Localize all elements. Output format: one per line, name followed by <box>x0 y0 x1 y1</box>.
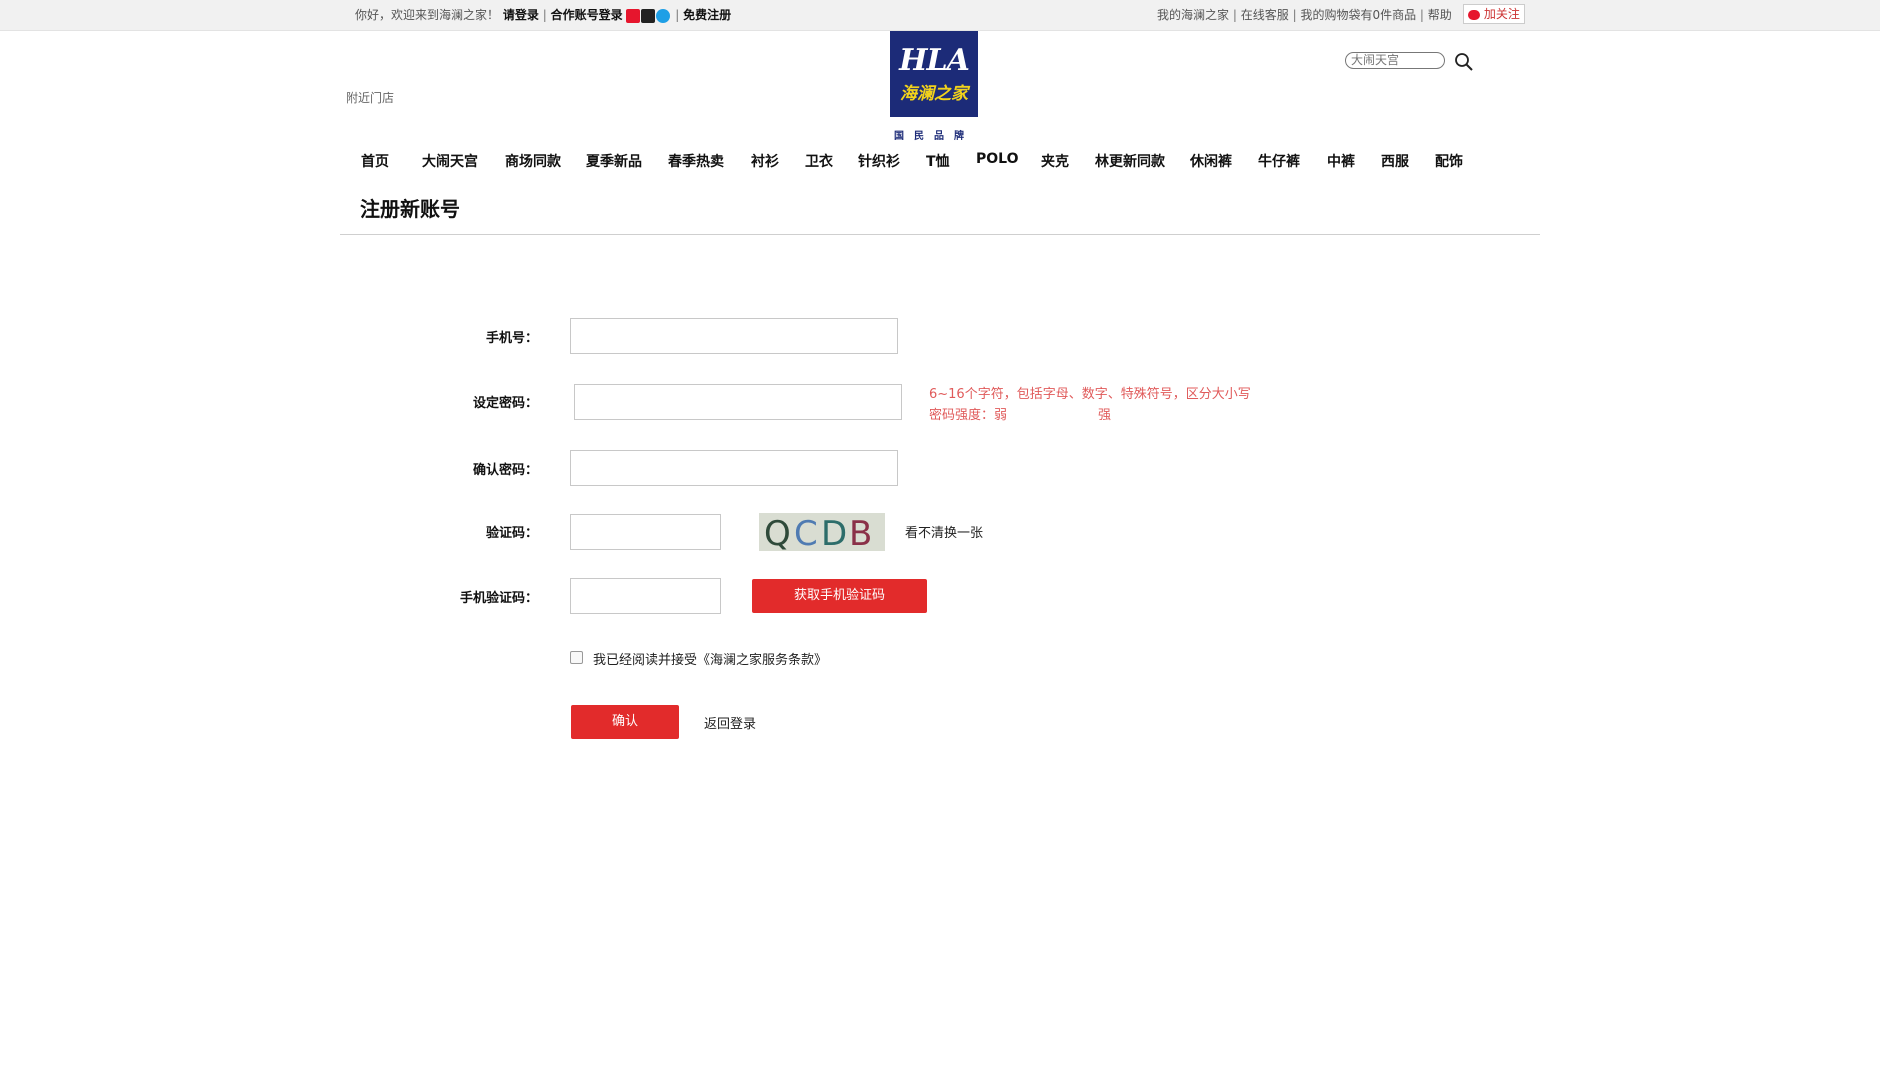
confirm-button[interactable]: 确认 <box>571 705 679 739</box>
nav-item-casual-pants[interactable]: 休闲裤 <box>1190 151 1232 171</box>
captcha-char: D <box>821 514 848 551</box>
sms-code-label: 手机验证码： <box>459 591 538 606</box>
divider <box>340 234 1540 235</box>
back-to-login-link[interactable]: 返回登录 <box>704 713 756 732</box>
logo-cn-text: 海澜之家 <box>900 84 968 104</box>
separator: | <box>1419 8 1424 22</box>
follow-label: 加关注 <box>1483 7 1520 21</box>
separator: | <box>542 8 547 22</box>
captcha-char: C <box>794 514 818 551</box>
nav-item-spring-hot[interactable]: 春季热卖 <box>668 151 724 171</box>
nav-item-jacket[interactable]: 夹克 <box>1041 151 1069 171</box>
hla-logo[interactable]: HLA 海澜之家 <box>890 31 978 117</box>
nav-item-polo[interactable]: POLO <box>976 151 1019 167</box>
agree-terms-checkbox[interactable] <box>570 651 583 664</box>
nav-item-hoodie[interactable]: 卫衣 <box>805 151 833 171</box>
refresh-captcha-link[interactable]: 看不清换一张 <box>905 522 983 541</box>
sms-code-input[interactable] <box>570 578 721 614</box>
weibo-icon <box>1468 9 1480 20</box>
online-service-link[interactable]: 在线客服 <box>1241 8 1289 22</box>
confirm-password-input[interactable] <box>570 450 898 486</box>
nav-item-lin-gengxin[interactable]: 林更新同款 <box>1095 151 1165 171</box>
welcome-text: 你好，欢迎来到海澜之家！ <box>355 8 500 22</box>
nav-item-shorts[interactable]: 中裤 <box>1327 151 1355 171</box>
nav-item-mall-same[interactable]: 商场同款 <box>505 151 561 171</box>
help-link[interactable]: 帮助 <box>1428 8 1452 22</box>
weibo-follow-button[interactable]: 加关注 <box>1463 4 1525 24</box>
shopping-bag-link[interactable]: 我的购物袋有0件商品 <box>1300 8 1416 22</box>
nav-item-accessories[interactable]: 配饰 <box>1435 151 1463 171</box>
logo-en-text: HLA <box>899 43 970 78</box>
confirm-password-label: 确认密码： <box>472 463 538 478</box>
nav-item-suits[interactable]: 西服 <box>1381 151 1409 171</box>
nav-item-knitwear[interactable]: 针织衫 <box>858 151 900 171</box>
alipay-icon[interactable] <box>656 8 671 23</box>
captcha-image[interactable]: Q C D B <box>759 513 885 551</box>
captcha-char: Q <box>764 514 791 551</box>
top-bar-left: 你好，欢迎来到海澜之家！ 请登录 | 合作账号登录 | 免费注册 <box>355 0 731 30</box>
logo-slogan: 国民品牌 <box>894 131 974 142</box>
separator: | <box>675 8 680 22</box>
password-strength-weak: 密码强度：弱 <box>929 408 1008 423</box>
password-strength-strong: 强 <box>1098 408 1112 423</box>
nav-item-summer-new[interactable]: 夏季新品 <box>586 151 642 171</box>
password-label: 设定密码： <box>472 396 538 411</box>
page-title: 注册新账号 <box>360 197 460 221</box>
get-sms-code-button[interactable]: 获取手机验证码 <box>752 579 927 613</box>
captcha-input[interactable] <box>570 514 721 550</box>
search-input[interactable] <box>1345 52 1445 69</box>
phone-label: 手机号： <box>485 331 538 346</box>
top-bar: 你好，欢迎来到海澜之家！ 请登录 | 合作账号登录 | 免费注册 我的海澜之家 … <box>0 0 1880 31</box>
nav-item-jeans[interactable]: 牛仔裤 <box>1258 151 1300 171</box>
captcha-char: B <box>849 514 873 551</box>
nearby-stores-link[interactable]: 附近门店 <box>346 89 394 106</box>
nav-item-shirt[interactable]: 衬衫 <box>751 151 779 171</box>
separator: | <box>1292 8 1297 22</box>
separator: | <box>1232 8 1237 22</box>
login-link[interactable]: 请登录 <box>503 8 539 22</box>
nav-item-dntg[interactable]: 大闹天宫 <box>422 151 478 171</box>
my-account-link[interactable]: 我的海澜之家 <box>1157 8 1229 22</box>
weibo-icon[interactable] <box>626 8 641 23</box>
nav-item-home[interactable]: 首页 <box>361 151 389 171</box>
register-link[interactable]: 免费注册 <box>683 8 731 22</box>
partner-login-link[interactable]: 合作账号登录 <box>551 8 623 22</box>
password-hint: 6~16个字符，包括字母、数字、特殊符号，区分大小写 <box>929 387 1251 402</box>
password-input[interactable] <box>574 384 902 420</box>
search-icon[interactable] <box>1454 52 1474 72</box>
phone-input[interactable] <box>570 318 898 354</box>
nav-item-tshirt[interactable]: T恤 <box>926 151 950 171</box>
top-bar-right: 我的海澜之家 | 在线客服 | 我的购物袋有0件商品 | 帮助 <box>1157 0 1452 30</box>
qq-icon[interactable] <box>641 8 656 23</box>
captcha-label: 验证码： <box>485 526 538 541</box>
agree-terms-label[interactable]: 我已经阅读并接受《海澜之家服务条款》 <box>593 649 827 668</box>
